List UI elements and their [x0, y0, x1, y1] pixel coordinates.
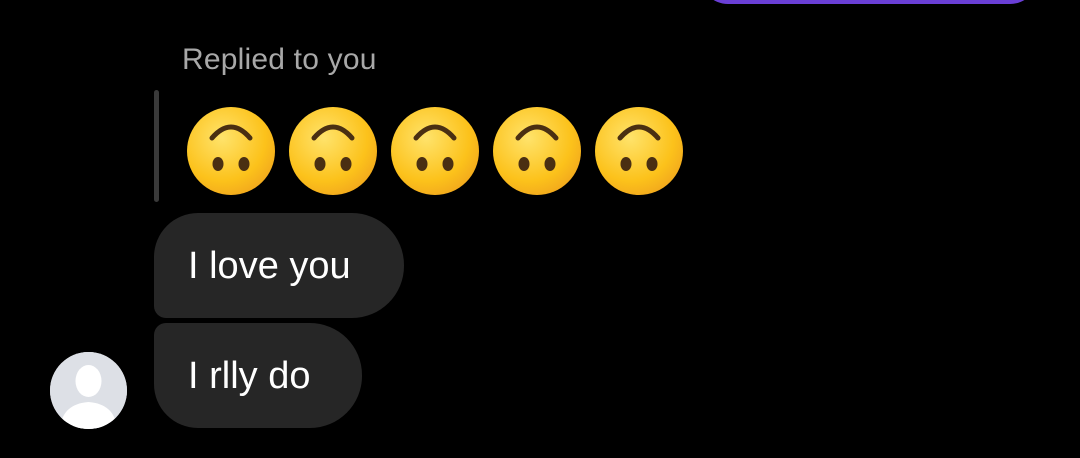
reply-context-label: Replied to you — [182, 43, 377, 76]
reply-quote-bar — [154, 90, 159, 202]
replied-message-emojis[interactable] — [186, 106, 684, 196]
sender-avatar[interactable] — [50, 352, 127, 429]
sent-message-bubble[interactable] — [700, 0, 1038, 4]
message-text: I rlly do — [188, 354, 311, 397]
upside-down-face-emoji — [289, 107, 377, 195]
received-message-bubble[interactable]: I rlly do — [154, 323, 362, 428]
received-message-bubble[interactable]: I love you — [154, 213, 404, 318]
default-person-icon — [50, 352, 127, 429]
message-text: I love you — [188, 244, 351, 287]
upside-down-face-emoji — [595, 107, 683, 195]
upside-down-face-emoji — [187, 107, 275, 195]
upside-down-face-emoji — [493, 107, 581, 195]
upside-down-face-emoji — [391, 107, 479, 195]
